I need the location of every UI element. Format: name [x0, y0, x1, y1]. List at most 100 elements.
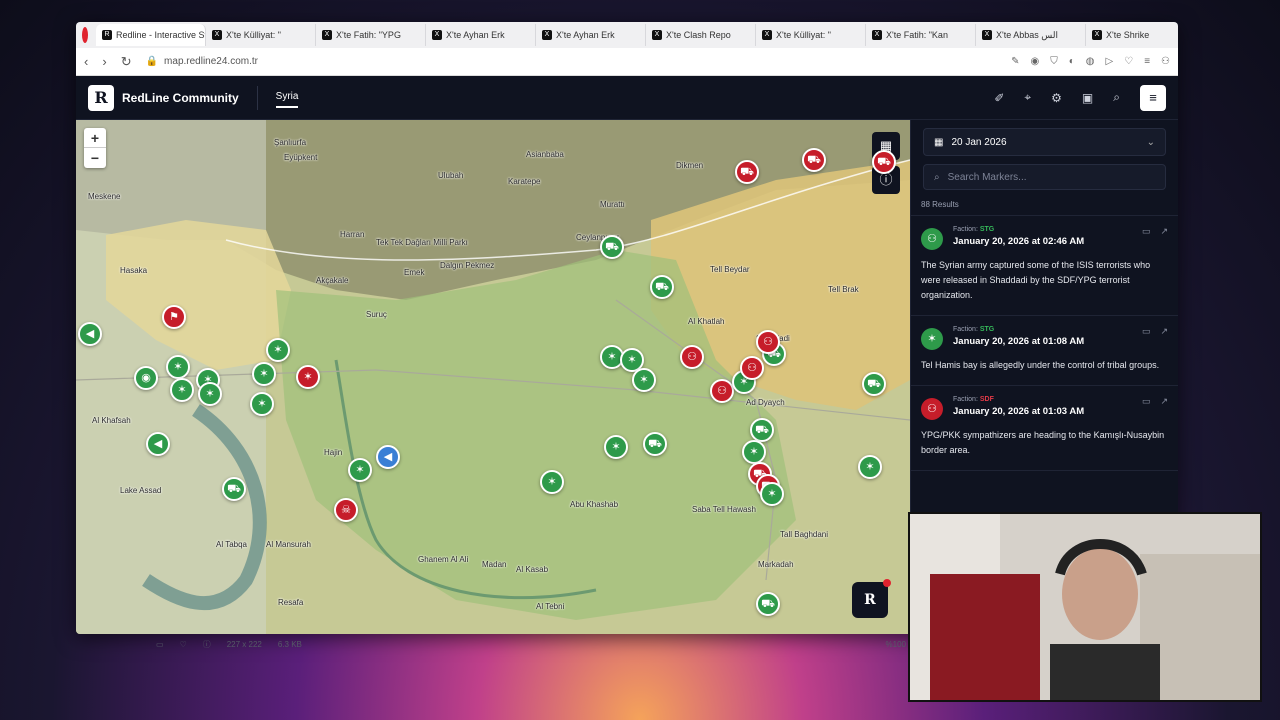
marker-entry[interactable]: ✶ Faction: STG January 20, 2026 at 01:08… — [911, 316, 1178, 386]
map-marker-stg[interactable]: ⛟ — [600, 235, 624, 259]
vpn-icon[interactable]: ◐ — [1069, 56, 1075, 67]
map-marker-stg[interactable]: ⛟ — [650, 275, 674, 299]
zoom-out-button[interactable]: − — [84, 148, 106, 168]
browser-tab[interactable]: X X'te Ayhan Erk — [426, 24, 536, 46]
brand-name: RedLine Community — [122, 90, 239, 105]
map-marker-stg[interactable]: ⛟ — [643, 432, 667, 456]
search-input[interactable] — [947, 171, 1148, 183]
faction-line: Faction: STG — [953, 226, 1084, 233]
opera-logo-icon[interactable] — [82, 27, 88, 43]
map-marker-stg[interactable]: ✶ — [348, 458, 372, 482]
map-marker-stg[interactable]: ⛟ — [750, 418, 774, 442]
map-label: Murattı — [600, 200, 625, 209]
map-redline-badge[interactable]: R — [852, 579, 891, 618]
map-marker-stg[interactable]: ✶ — [252, 362, 276, 386]
location-pin-icon[interactable]: ⌖ — [1024, 90, 1031, 105]
map-marker-stg[interactable]: ✶ — [742, 440, 766, 464]
browser-tab[interactable]: X X'te Fatih: "YPG — [316, 24, 426, 46]
draw-icon[interactable]: ✐ — [994, 91, 1004, 105]
image-icon: ▭ — [156, 639, 164, 649]
map-marker-sdf[interactable]: ☠ — [334, 498, 358, 522]
external-link-icon[interactable]: ↗ — [1160, 326, 1168, 337]
forward-button[interactable]: › — [102, 54, 106, 69]
faction-line: Faction: SDF — [953, 396, 1084, 403]
map-marker-stg[interactable]: ✶ — [604, 435, 628, 459]
marker-entry[interactable]: ⚇ Faction: STG January 20, 2026 at 02:46… — [911, 216, 1178, 316]
redline-favicon-icon: R — [102, 30, 112, 40]
map-marker-stg[interactable]: ✶ — [166, 355, 190, 379]
map-label: Eyüpkent — [284, 153, 318, 162]
map-marker-stg[interactable]: ✶ — [632, 368, 656, 392]
gear-icon[interactable]: ⚙ — [1051, 91, 1062, 105]
browser-tab[interactable]: X X'te Clash Repo — [646, 24, 756, 46]
user-icon[interactable]: ⚇ — [1161, 56, 1170, 67]
reload-button[interactable]: ↻ — [121, 54, 132, 70]
map-marker-stg[interactable]: ⛟ — [222, 477, 246, 501]
date-selector[interactable]: ▦ 20 Jan 2026 ⌄ — [923, 128, 1166, 156]
results-count: 88 Results — [921, 200, 959, 209]
map-marker-sdf[interactable]: ⛟ — [802, 148, 826, 172]
play-icon[interactable]: ▷ — [1106, 56, 1114, 67]
search-icon[interactable]: ⌕ — [1113, 90, 1120, 105]
browser-tab[interactable]: X X'te Shrike — [1086, 24, 1178, 46]
lock-icon: 🔒 — [145, 56, 159, 67]
tab-bar: RRedline - Interactive Strat✕XX'te Külli… — [76, 22, 1178, 48]
tab-label: X'te Fatih: "Kan — [886, 30, 948, 40]
redline-logo[interactable]: R — [88, 84, 114, 111]
map-marker-stg[interactable]: ✶ — [266, 338, 290, 362]
map-marker-stg[interactable]: ✶ — [760, 482, 784, 506]
browser-tab[interactable]: X X'te Abbas الس — [976, 24, 1086, 46]
map-marker-sdf[interactable]: ⚇ — [756, 330, 780, 354]
map-marker-stg[interactable]: ✶ — [170, 378, 194, 402]
list-icon[interactable]: ≡ — [1144, 56, 1150, 67]
map-marker-sdf[interactable]: ⚇ — [710, 379, 734, 403]
map-marker-blue[interactable]: ◀ — [376, 445, 400, 469]
zoom-in-button[interactable]: + — [84, 128, 106, 148]
map-marker-stg[interactable]: ✶ — [250, 392, 274, 416]
browser-tab[interactable]: RRedline - Interactive Strat✕ — [96, 24, 206, 46]
map-marker-stg[interactable]: ⛟ — [862, 372, 886, 396]
marker-entry[interactable]: ⚇ Faction: SDF January 20, 2026 at 01:03… — [911, 386, 1178, 471]
url-field[interactable]: 🔒 map.redline24.com.tr — [146, 56, 258, 67]
map-marker-stg[interactable]: ◀ — [146, 432, 170, 456]
map-marker-stg[interactable]: ✶ — [540, 470, 564, 494]
faction-prefix: Faction: — [953, 226, 980, 233]
faction-sdf-icon: ⚇ — [921, 398, 943, 420]
map-marker-sdf[interactable]: ⛟ — [872, 150, 896, 174]
map-label: Emek — [404, 268, 425, 277]
camera-icon[interactable]: ▣ — [1082, 91, 1093, 105]
map-marker-sdf[interactable]: ⚇ — [680, 345, 704, 369]
map-marker-stg[interactable]: ◉ — [134, 366, 158, 390]
map-marker-sdf[interactable]: ⚇ — [740, 356, 764, 380]
edit-icon[interactable]: ✎ — [1011, 56, 1019, 67]
url-bar-icons: ✎ ◉ ⛉ ◐ ◍ ▷ ♡ ≡ ⚇ — [1011, 56, 1170, 67]
camera-icon[interactable]: ◉ — [1031, 56, 1040, 67]
map-view[interactable]: Şanlıurfa Eyüpkent Asianbaba Dikmen Ulub… — [76, 120, 910, 634]
video-icon[interactable]: ▭ — [1142, 396, 1151, 407]
map-label: Suruç — [366, 310, 387, 319]
video-icon[interactable]: ▭ — [1142, 326, 1151, 337]
browser-tab[interactable]: X X'te Külliyat: " — [756, 24, 866, 46]
browser-tab[interactable]: X X'te Fatih: "Kan — [866, 24, 976, 46]
calendar-icon: ▦ — [934, 136, 944, 148]
external-link-icon[interactable]: ↗ — [1160, 226, 1168, 237]
browser-tab[interactable]: X X'te Külliyat: " — [206, 24, 316, 46]
map-marker-stg[interactable]: ⛟ — [756, 592, 780, 616]
map-marker-stg[interactable]: ✶ — [198, 382, 222, 406]
x-favicon-icon: X — [432, 30, 442, 40]
heart-icon[interactable]: ♡ — [1124, 56, 1133, 67]
map-marker-sdf[interactable]: ⚑ — [162, 305, 186, 329]
map-marker-sdf[interactable]: ✶ — [296, 365, 320, 389]
map-marker-stg[interactable]: ✶ — [858, 455, 882, 479]
tab-label: X'te Shrike — [1106, 30, 1150, 40]
shield-icon[interactable]: ⛉ — [1050, 56, 1058, 67]
back-button[interactable]: ‹ — [84, 54, 88, 69]
browser-tab[interactable]: X X'te Ayhan Erk — [536, 24, 646, 46]
map-marker-sdf[interactable]: ⛟ — [735, 160, 759, 184]
hamburger-menu-button[interactable]: ≡ — [1140, 84, 1166, 111]
tab-syria[interactable]: Syria — [275, 87, 299, 108]
extension-icon[interactable]: ◍ — [1086, 56, 1095, 67]
map-marker-stg[interactable]: ◀ — [78, 322, 102, 346]
external-link-icon[interactable]: ↗ — [1160, 396, 1168, 407]
video-icon[interactable]: ▭ — [1142, 226, 1151, 237]
